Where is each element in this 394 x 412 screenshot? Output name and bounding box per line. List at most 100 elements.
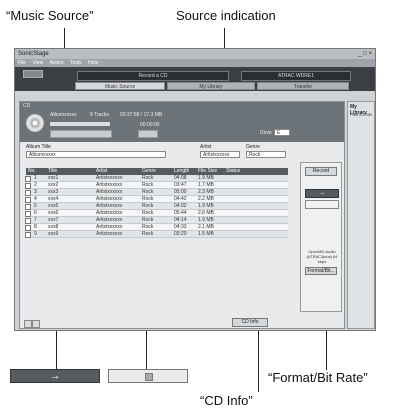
track-table-header: No. Title Artist Genre Length File Size … bbox=[26, 168, 288, 175]
table-row[interactable]: 6 xxx6 Artistxxxxxx Rock 05:44 2.6 MB bbox=[25, 210, 288, 217]
table-cell: Rock bbox=[142, 217, 154, 223]
col-file-size[interactable]: File Size bbox=[198, 168, 217, 175]
table-cell: Artistxxxxxx bbox=[96, 196, 123, 202]
callout-source-indication: Source indication bbox=[176, 8, 276, 23]
table-cell: Artistxxxxxx bbox=[96, 210, 123, 216]
table-cell: xxx1 bbox=[48, 175, 59, 181]
skip-controls[interactable] bbox=[138, 130, 158, 138]
col-status[interactable]: Status bbox=[226, 168, 240, 175]
menu-action[interactable]: Action bbox=[50, 60, 64, 66]
format-info: OpenMG Audio (ATRAC3plus) 64 kbps bbox=[306, 249, 338, 264]
table-cell: 2 bbox=[34, 182, 37, 188]
window-title: SonicStage bbox=[18, 51, 49, 57]
table-cell: 2.1 MB bbox=[198, 224, 214, 230]
table-cell: Rock bbox=[142, 203, 154, 209]
cd-info-button[interactable]: CD Info bbox=[232, 318, 268, 327]
arrow-button-legend: → bbox=[10, 369, 100, 383]
progress-bar-button[interactable] bbox=[305, 200, 339, 209]
music-source-button[interactable]: Music Source bbox=[75, 82, 165, 90]
menu-view[interactable]: View bbox=[32, 60, 43, 66]
cd-album: Albumxxxxx bbox=[50, 112, 77, 118]
table-cell: Artistxxxxxx bbox=[96, 231, 123, 237]
table-cell: Rock bbox=[142, 196, 154, 202]
col-artist[interactable]: Artist bbox=[96, 168, 107, 175]
table-cell: 1.9 MB bbox=[198, 175, 214, 181]
table-row[interactable]: 8 xxx8 Artistxxxxxx Rock 04:33 2.1 MB bbox=[25, 224, 288, 231]
menu-bar: File View Action Tools Help bbox=[15, 59, 375, 67]
table-cell: xxx9 bbox=[48, 231, 59, 237]
table-cell: Rock bbox=[142, 189, 154, 195]
table-cell: 9 bbox=[34, 231, 37, 237]
table-row[interactable]: 5 xxx5 Artistxxxxxx Rock 04:02 1.9 MB bbox=[25, 203, 288, 210]
table-cell: 04:33 bbox=[174, 224, 187, 230]
transfer-button[interactable]: Transfer bbox=[257, 82, 349, 90]
bar-button-legend bbox=[108, 369, 188, 383]
table-cell: xxx5 bbox=[48, 203, 59, 209]
table-cell: 05:44 bbox=[174, 210, 187, 216]
table-cell: 1.5 MB bbox=[198, 231, 214, 237]
table-row[interactable]: 7 xxx7 Artistxxxxxx Rock 04:14 1.9 MB bbox=[25, 217, 288, 224]
transport-controls[interactable] bbox=[50, 130, 112, 138]
window-controls-icon[interactable]: _ □ × bbox=[358, 49, 372, 59]
cd-time-remaining: 00:00:00 bbox=[140, 122, 160, 128]
col-length[interactable]: Length bbox=[174, 168, 189, 175]
table-cell: 1.9 MB bbox=[198, 217, 214, 223]
genre-select[interactable]: Rock bbox=[246, 151, 286, 158]
table-cell: 4 bbox=[34, 196, 37, 202]
my-library-button[interactable]: My Library bbox=[167, 82, 255, 90]
table-cell: Rock bbox=[142, 182, 154, 188]
table-cell: xxx4 bbox=[48, 196, 59, 202]
table-cell: 1.9 MB bbox=[198, 203, 214, 209]
cd-panel-header: CD Albumxxxxx 9 Tracks 00:37:58 / 17.3 M… bbox=[20, 102, 344, 142]
table-cell: 03:20 bbox=[174, 231, 187, 237]
table-cell: Artistxxxxxx bbox=[96, 182, 123, 188]
table-cell: xxx2 bbox=[48, 182, 59, 188]
artist-input[interactable]: Artistxxxxxx bbox=[200, 151, 240, 158]
table-cell: 04:08 bbox=[174, 175, 187, 181]
table-cell: 05:00 bbox=[174, 189, 187, 195]
table-cell: 3 bbox=[34, 189, 37, 195]
transfer-arrow-button[interactable]: → bbox=[305, 189, 339, 198]
table-cell: Rock bbox=[142, 231, 154, 237]
cd-progress-bar[interactable] bbox=[50, 122, 110, 126]
menu-file[interactable]: File bbox=[18, 60, 26, 66]
table-cell: xxx3 bbox=[48, 189, 59, 195]
track-checkbox[interactable] bbox=[25, 232, 31, 238]
table-cell: 6 bbox=[34, 210, 37, 216]
table-cell: 2.2 MB bbox=[198, 196, 214, 202]
album-title-input[interactable]: Albumxxxxx bbox=[26, 151, 166, 158]
device-display: ATRAC WDRE1 bbox=[241, 71, 351, 81]
table-cell: Rock bbox=[142, 224, 154, 230]
table-cell: 03:47 bbox=[174, 182, 187, 188]
table-cell: 2.6 MB bbox=[198, 210, 214, 216]
bar-thumb-icon bbox=[145, 373, 153, 381]
table-row[interactable]: 2 xxx2 Artistxxxxxx Rock 03:47 1.7 MB bbox=[25, 182, 288, 189]
table-cell: xxx6 bbox=[48, 210, 59, 216]
cd-panel: CD Albumxxxxx 9 Tracks 00:37:58 / 17.3 M… bbox=[19, 101, 345, 329]
table-row[interactable]: 4 xxx4 Artistxxxxxx Rock 04:42 2.2 MB bbox=[25, 196, 288, 203]
table-cell: 04:02 bbox=[174, 203, 187, 209]
genre-label: Genre bbox=[246, 144, 260, 150]
table-cell: Artistxxxxxx bbox=[96, 217, 123, 223]
col-genre[interactable]: Genre bbox=[142, 168, 156, 175]
volume-knob-icon[interactable] bbox=[23, 70, 43, 78]
col-no[interactable]: No. bbox=[28, 168, 36, 175]
record-button[interactable]: Record bbox=[305, 167, 337, 176]
table-cell: xxx8 bbox=[48, 224, 59, 230]
small-toggle-icon[interactable] bbox=[24, 320, 32, 328]
table-row[interactable]: 9 xxx9 Artistxxxxxx Rock 03:20 1.5 MB bbox=[25, 231, 288, 238]
table-cell: 1 bbox=[34, 175, 37, 181]
col-title[interactable]: Title bbox=[48, 168, 57, 175]
album-title-label: Album Title bbox=[26, 144, 51, 150]
table-row[interactable]: 1 xxx1 Artistxxxxxx Rock 04:08 1.9 MB bbox=[25, 175, 288, 182]
source-display: Record a CD bbox=[77, 71, 229, 81]
format-bitrate-button[interactable]: Format/Bit... bbox=[305, 267, 337, 275]
drive-select[interactable]: E bbox=[274, 129, 290, 136]
small-toggle-icon-2[interactable] bbox=[32, 320, 40, 328]
table-row[interactable]: 3 xxx3 Artistxxxxxx Rock 05:00 2.3 MB bbox=[25, 189, 288, 196]
menu-help[interactable]: Help bbox=[88, 60, 98, 66]
table-cell: 7 bbox=[34, 217, 37, 223]
artist-label: Artist bbox=[200, 144, 212, 150]
table-cell: Artistxxxxxx bbox=[96, 203, 123, 209]
menu-tools[interactable]: Tools bbox=[70, 60, 82, 66]
